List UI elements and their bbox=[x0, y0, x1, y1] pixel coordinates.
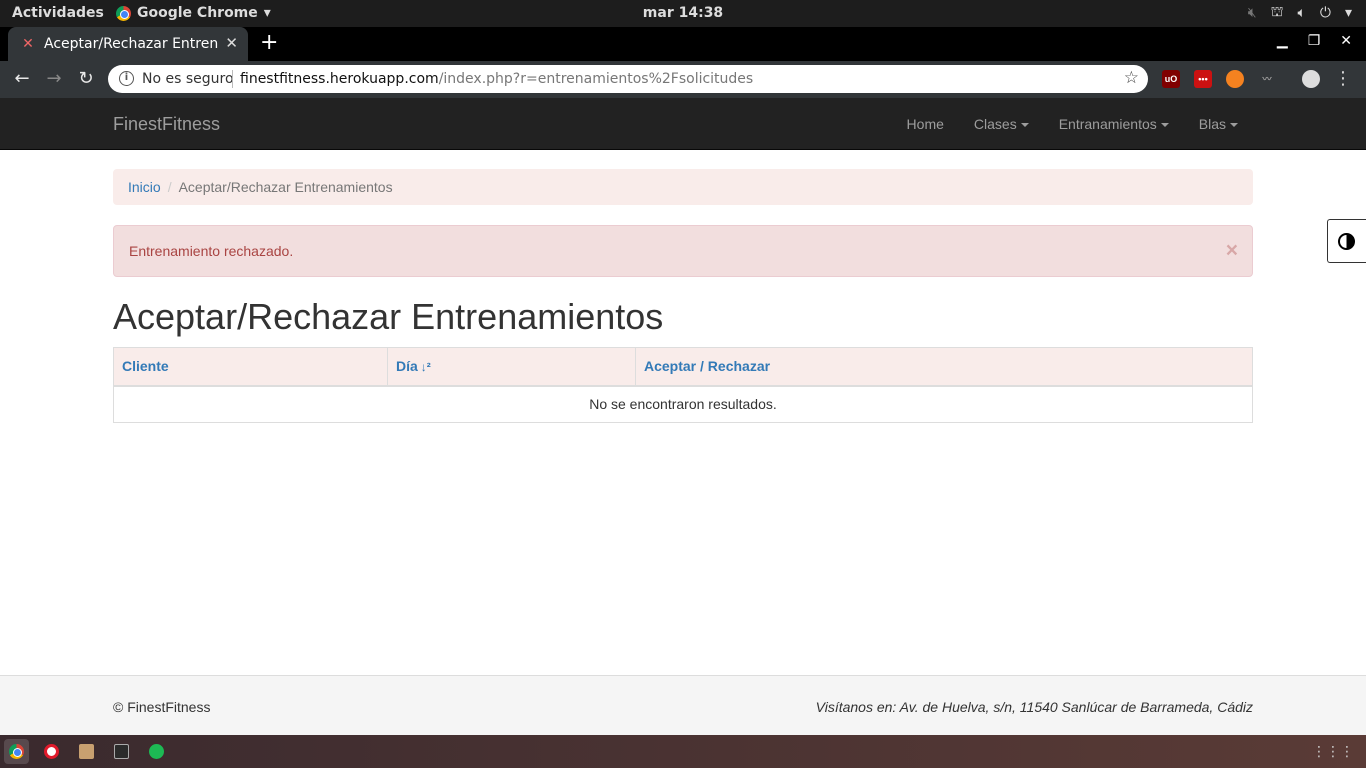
opera-icon bbox=[44, 744, 59, 759]
new-tab-button[interactable]: + bbox=[260, 30, 278, 55]
ublock-extension-icon[interactable]: uO bbox=[1162, 70, 1180, 88]
extensions-area: uO ••• 〰 bbox=[1162, 70, 1320, 88]
table-row: No se encontraron resultados. bbox=[113, 385, 1253, 423]
danger-alert: Entrenamiento rechazado. × bbox=[113, 225, 1253, 277]
volume-muted-icon[interactable]: 🔈︎ bbox=[1297, 5, 1305, 21]
activities-button[interactable]: Actividades bbox=[12, 5, 104, 21]
back-arrow-icon[interactable]: ← bbox=[11, 68, 33, 89]
close-window-icon[interactable]: ✕ bbox=[1340, 33, 1352, 49]
bookmark-star-icon[interactable]: ☆ bbox=[1124, 68, 1139, 88]
system-top-bar: Actividades Google Chrome ▾ mar 14:38 🔇︎… bbox=[0, 0, 1366, 27]
nav-item-label: Home bbox=[906, 116, 944, 132]
alert-close-button[interactable]: × bbox=[1226, 239, 1238, 263]
mic-muted-icon[interactable]: 🔇︎ bbox=[1248, 5, 1257, 21]
files-icon bbox=[79, 744, 94, 759]
clock[interactable]: mar 14:38 bbox=[643, 5, 723, 21]
browser-tab[interactable]: ✕ Aceptar/Rechazar Entren ✕ bbox=[8, 27, 248, 61]
window-controls: ▁ ❐ ✕ bbox=[1277, 33, 1352, 49]
forward-arrow-icon[interactable]: → bbox=[43, 68, 65, 89]
breadcrumb-divider: / bbox=[167, 179, 172, 195]
site-brand[interactable]: FinestFitness bbox=[113, 114, 220, 135]
nav-item-label: Entranamientos bbox=[1058, 116, 1157, 132]
url-host: finestfitness.herokuapp.com bbox=[240, 71, 439, 87]
column-header-dia[interactable]: Día ↓² bbox=[387, 347, 636, 387]
nav-item-entrenamientos[interactable]: Entranamientos bbox=[1044, 98, 1184, 150]
footer-copyright: © FinestFitness bbox=[113, 699, 211, 715]
nav-item-clases[interactable]: Clases bbox=[959, 98, 1044, 150]
alert-message: Entrenamiento rechazado. bbox=[129, 243, 294, 259]
nav-item-user[interactable]: Blas bbox=[1184, 98, 1253, 150]
browser-toolbar: ← → ↻ i No es seguro finestfitness.herok… bbox=[0, 61, 1366, 98]
dock-files[interactable] bbox=[74, 739, 99, 764]
power-icon[interactable]: ⏻ bbox=[1320, 5, 1331, 21]
show-applications-icon[interactable]: ⋮⋮⋮ bbox=[1312, 744, 1354, 760]
site-navbar: FinestFitness Home Clases Entranamientos… bbox=[0, 98, 1366, 150]
spotify-icon bbox=[149, 744, 164, 759]
solicitudes-table: Cliente Día ↓² Aceptar / Rechazar No se e… bbox=[113, 347, 1253, 423]
extension-wave-icon[interactable]: 〰 bbox=[1258, 70, 1276, 88]
nav-menu: Home Clases Entranamientos Blas bbox=[892, 98, 1253, 150]
extension-orange-icon[interactable] bbox=[1226, 70, 1244, 88]
dock-spotify[interactable] bbox=[144, 739, 169, 764]
sort-ascending-icon: ↓² bbox=[420, 360, 431, 375]
tab-title: Aceptar/Rechazar Entren bbox=[44, 36, 219, 52]
close-tab-icon[interactable]: ✕ bbox=[225, 34, 238, 52]
omnibox-divider bbox=[232, 70, 233, 88]
restore-icon[interactable]: ❐ bbox=[1308, 33, 1321, 49]
network-icon[interactable]: ⛫ bbox=[1271, 4, 1284, 22]
contrast-icon bbox=[1338, 233, 1355, 250]
nav-item-label: Clases bbox=[973, 116, 1017, 132]
caret-down-icon bbox=[1020, 123, 1029, 128]
dock: ⋮⋮⋮ bbox=[0, 735, 1366, 768]
caret-down-icon bbox=[1230, 123, 1238, 128]
breadcrumb-home-link[interactable]: Inicio bbox=[128, 179, 161, 195]
tab-strip: ✕ Aceptar/Rechazar Entren ✕ + ▁ ❐ ✕ bbox=[0, 27, 1366, 61]
column-label: Cliente bbox=[122, 358, 169, 375]
info-icon[interactable]: i bbox=[119, 71, 134, 86]
page-title: Aceptar/Rechazar Entrenamientos bbox=[113, 296, 664, 337]
column-label: Día bbox=[396, 358, 418, 375]
url-text[interactable]: finestfitness.herokuapp.com/index.php?r=… bbox=[240, 71, 753, 87]
chrome-icon bbox=[9, 744, 24, 759]
dock-terminal[interactable] bbox=[109, 739, 134, 764]
url-path: /index.php?r=entrenamientos%2Fsolicitude… bbox=[438, 71, 754, 87]
minimize-icon[interactable]: ▁ bbox=[1277, 33, 1288, 49]
table-header-row: Cliente Día ↓² Aceptar / Rechazar bbox=[113, 347, 1253, 387]
app-menu-label: Google Chrome bbox=[137, 5, 258, 21]
extension-red-icon[interactable]: ••• bbox=[1194, 70, 1212, 88]
footer-address: Visítanos en: Av. de Huelva, s/n, 11540 … bbox=[815, 699, 1253, 715]
system-tray[interactable]: 🔇︎ ⛫ 🔈︎ ⏻ ▾ bbox=[1248, 4, 1352, 22]
reload-icon[interactable]: ↻ bbox=[75, 68, 97, 89]
security-label[interactable]: No es seguro bbox=[142, 71, 234, 87]
terminal-icon bbox=[114, 744, 129, 759]
contrast-toggle-button[interactable] bbox=[1327, 219, 1366, 263]
chevron-down-icon: ▾ bbox=[263, 5, 271, 21]
dock-chrome[interactable] bbox=[4, 739, 29, 764]
breadcrumb-current: Aceptar/Rechazar Entrenamientos bbox=[178, 179, 393, 195]
browser-menu-icon[interactable]: ⋮ bbox=[1334, 68, 1352, 89]
site-footer: © FinestFitness Visítanos en: Av. de Hue… bbox=[0, 675, 1366, 735]
breadcrumb: Inicio / Aceptar/Rechazar Entrenamientos bbox=[113, 169, 1253, 205]
nav-item-label: Blas bbox=[1198, 116, 1226, 132]
main-container: Inicio / Aceptar/Rechazar Entrenamientos E… bbox=[113, 169, 1253, 423]
site-favicon-icon: ✕ bbox=[22, 36, 34, 52]
column-label: Aceptar / Rechazar bbox=[644, 358, 771, 375]
address-bar[interactable]: i No es seguro finestfitness.herokuapp.c… bbox=[108, 65, 1148, 93]
dock-opera[interactable] bbox=[39, 739, 64, 764]
chrome-icon bbox=[116, 5, 131, 21]
app-menu[interactable]: Google Chrome ▾ bbox=[116, 5, 271, 21]
chevron-down-icon[interactable]: ▾ bbox=[1345, 5, 1352, 21]
profile-avatar[interactable] bbox=[1302, 70, 1320, 88]
column-header-cliente[interactable]: Cliente bbox=[113, 347, 388, 387]
nav-item-home[interactable]: Home bbox=[892, 98, 959, 150]
column-header-aceptar-rechazar[interactable]: Aceptar / Rechazar bbox=[635, 347, 1253, 387]
empty-results-message: No se encontraron resultados. bbox=[113, 385, 1253, 423]
caret-down-icon bbox=[1160, 123, 1169, 128]
